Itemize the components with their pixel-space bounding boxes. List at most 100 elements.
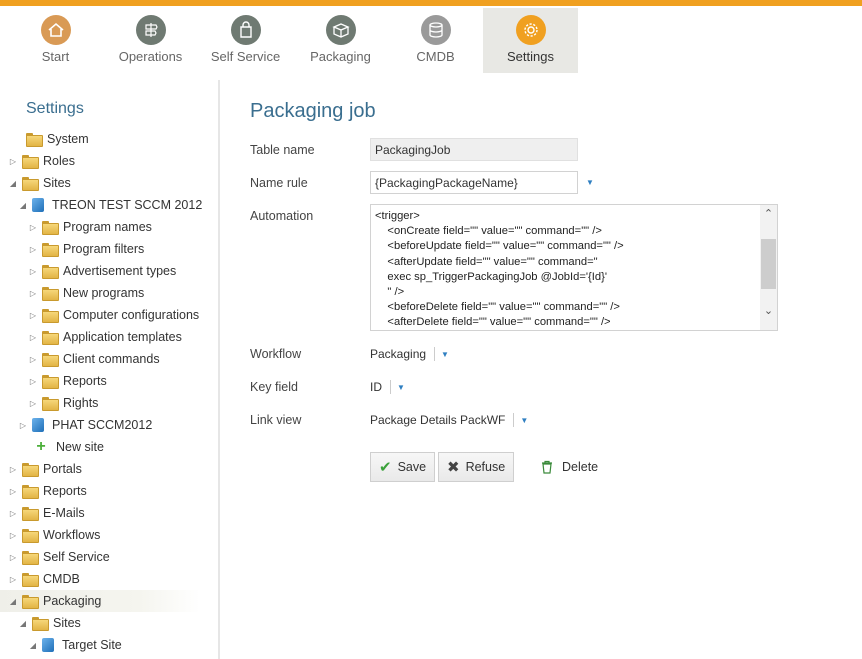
tree-item-new-site[interactable]: + New site: [20, 436, 104, 458]
folder-icon: [22, 595, 39, 609]
scroll-up-icon[interactable]: ⌃: [760, 207, 777, 221]
collapsed-arrow-icon[interactable]: ▷: [8, 465, 18, 474]
nav-cmdb[interactable]: CMDB: [388, 8, 483, 73]
collapsed-arrow-icon[interactable]: ▷: [8, 553, 18, 562]
link-view-select[interactable]: Package Details PackWF ▼: [370, 410, 528, 430]
automation-textarea[interactable]: <trigger> <onCreate field="" value="" co…: [370, 204, 778, 331]
refuse-button-label: Refuse: [465, 460, 506, 474]
save-button-label: Save: [397, 460, 427, 474]
tree-item-label: Target Site: [62, 638, 122, 652]
tree-item-label: System: [47, 132, 89, 146]
automation-label: Automation: [250, 209, 314, 223]
tree-item-label: CMDB: [43, 572, 80, 586]
nav-packaging[interactable]: Packaging: [293, 8, 388, 73]
collapsed-arrow-icon[interactable]: ▷: [8, 157, 18, 166]
delete-button[interactable]: Delete: [540, 452, 598, 482]
automation-scrollbar[interactable]: ⌃ ⌄: [760, 205, 777, 330]
tree-item-label: Advertisement types: [63, 264, 177, 278]
collapsed-arrow-icon[interactable]: ▷: [8, 487, 18, 496]
tree-item-program-names[interactable]: ▷ Program names: [28, 216, 152, 238]
tree-item-sites[interactable]: ◢ Sites: [8, 172, 71, 194]
tree-item-e-mails[interactable]: ▷ E-Mails: [8, 502, 85, 524]
collapsed-arrow-icon[interactable]: ▷: [8, 531, 18, 540]
nav-self-service[interactable]: Self Service: [198, 8, 293, 73]
tree-item-packaging-sites[interactable]: ◢ Sites: [18, 612, 81, 634]
collapsed-arrow-icon[interactable]: ▷: [18, 421, 28, 430]
tree-item-site-reports[interactable]: ▷ Reports: [28, 370, 107, 392]
scroll-down-icon[interactable]: ⌄: [760, 304, 777, 318]
tree-item-packaging[interactable]: ◢ Packaging: [0, 590, 200, 612]
tree-item-label: E-Mails: [43, 506, 85, 520]
tree-item-phat-site[interactable]: ▷ PHAT SCCM2012: [18, 414, 152, 436]
tree-item-label: Reports: [63, 374, 107, 388]
tree-item-treon-site[interactable]: ◢ TREON TEST SCCM 2012: [18, 194, 202, 216]
chevron-down-icon[interactable]: ▼: [397, 383, 405, 392]
folder-icon: [22, 177, 39, 191]
key-field-select[interactable]: ID ▼: [370, 377, 405, 397]
key-field-value: ID: [370, 380, 382, 394]
expanded-arrow-icon[interactable]: ◢: [8, 597, 18, 606]
chevron-down-icon[interactable]: ▼: [520, 416, 528, 425]
table-name-field: PackagingJob: [370, 138, 578, 161]
nav-start[interactable]: Start: [8, 8, 103, 73]
tree-item-client-commands[interactable]: ▷ Client commands: [28, 348, 160, 370]
collapsed-arrow-icon[interactable]: ▷: [28, 399, 38, 408]
collapsed-arrow-icon[interactable]: ▷: [28, 245, 38, 254]
scroll-thumb[interactable]: [761, 239, 776, 289]
save-button[interactable]: ✔ Save: [370, 452, 435, 482]
delete-button-label: Delete: [562, 460, 599, 474]
tree-item-new-programs[interactable]: ▷ New programs: [28, 282, 144, 304]
tree-item-label: Program filters: [63, 242, 145, 256]
site-icon: [32, 198, 44, 212]
tree-item-label: PHAT SCCM2012: [52, 418, 153, 432]
collapsed-arrow-icon[interactable]: ▷: [8, 509, 18, 518]
expanded-arrow-icon[interactable]: ◢: [18, 619, 28, 628]
tree-item-label: Packaging: [43, 594, 102, 608]
collapsed-arrow-icon[interactable]: ▷: [28, 355, 38, 364]
tree-item-program-filters[interactable]: ▷ Program filters: [28, 238, 144, 260]
expanded-arrow-icon[interactable]: ◢: [8, 179, 18, 188]
collapsed-arrow-icon[interactable]: ▷: [28, 311, 38, 320]
collapsed-arrow-icon[interactable]: ▷: [28, 223, 38, 232]
tree-item-reports[interactable]: ▷ Reports: [8, 480, 87, 502]
chevron-down-icon[interactable]: ▼: [441, 350, 449, 359]
tree-item-roles[interactable]: ▷ Roles: [8, 150, 75, 172]
name-rule-dropdown-icon[interactable]: ▼: [586, 178, 594, 187]
tree-item-cmdb[interactable]: ▷ CMDB: [8, 568, 80, 590]
tree-item-label: Self Service: [43, 550, 110, 564]
collapsed-arrow-icon[interactable]: ▷: [28, 333, 38, 342]
database-icon: [420, 15, 451, 45]
collapsed-arrow-icon[interactable]: ▷: [8, 575, 18, 584]
expanded-arrow-icon[interactable]: ◢: [28, 641, 38, 650]
nav-label: Packaging: [310, 49, 371, 64]
tree-item-label: Reports: [43, 484, 87, 498]
tree-item-rights[interactable]: ▷ Rights: [28, 392, 98, 414]
folder-icon: [42, 243, 59, 257]
tree-item-application-templates[interactable]: ▷ Application templates: [28, 326, 182, 348]
nav-settings[interactable]: Settings: [483, 8, 578, 73]
tree-item-workflows[interactable]: ▷ Workflows: [8, 524, 100, 546]
refuse-button[interactable]: ✖ Refuse: [438, 452, 514, 482]
name-rule-input[interactable]: {PackagingPackageName}: [370, 171, 578, 194]
nav-label: Operations: [118, 49, 183, 64]
tree-item-label: New site: [56, 440, 104, 454]
workflow-select[interactable]: Packaging ▼: [370, 344, 449, 364]
expanded-arrow-icon[interactable]: ◢: [18, 201, 28, 210]
close-icon: ✖: [447, 459, 460, 476]
collapsed-arrow-icon[interactable]: ▷: [28, 377, 38, 386]
nav-operations[interactable]: Operations: [103, 8, 198, 73]
tree-item-target-site[interactable]: ◢ Target Site: [28, 634, 122, 656]
tree-item-system[interactable]: System: [12, 128, 89, 150]
collapsed-arrow-icon[interactable]: ▷: [28, 267, 38, 276]
tree-item-label: Application templates: [63, 330, 182, 344]
tree-item-label: Program names: [63, 220, 152, 234]
tree-item-computer-configurations[interactable]: ▷ Computer configurations: [28, 304, 199, 326]
tree-item-advertisement-types[interactable]: ▷ Advertisement types: [28, 260, 176, 282]
tree-item-self-service[interactable]: ▷ Self Service: [8, 546, 110, 568]
tree-item-portals[interactable]: ▷ Portals: [8, 458, 82, 480]
table-name-label: Table name: [250, 143, 315, 157]
automation-text: <trigger> <onCreate field="" value="" co…: [375, 210, 624, 329]
select-divider: [390, 380, 391, 394]
collapsed-arrow-icon[interactable]: ▷: [28, 289, 38, 298]
main-panel: Packaging job Table name PackagingJob Na…: [222, 80, 862, 659]
